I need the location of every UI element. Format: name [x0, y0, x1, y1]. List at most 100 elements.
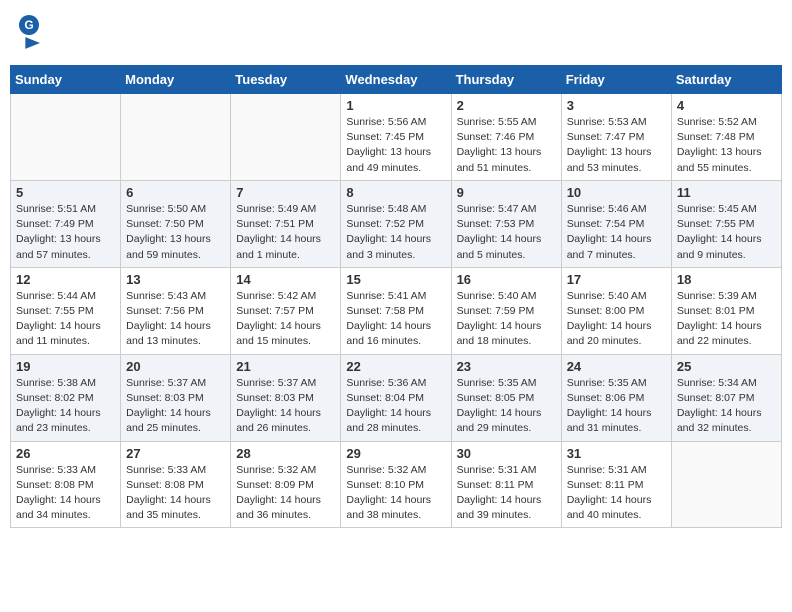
calendar-cell — [671, 441, 781, 528]
calendar-cell — [11, 94, 121, 181]
calendar-cell: 30 Sunrise: 5:31 AMSunset: 8:11 PMDayligh… — [451, 441, 561, 528]
day-number: 4 — [677, 98, 776, 113]
weekday-header-tuesday: Tuesday — [231, 66, 341, 94]
day-number: 22 — [346, 359, 445, 374]
day-info: Sunrise: 5:40 AMSunset: 7:59 PMDaylight:… — [457, 289, 556, 350]
day-info: Sunrise: 5:37 AMSunset: 8:03 PMDaylight:… — [126, 376, 225, 437]
calendar-week-4: 19Sunrise: 5:38 AMSunset: 8:02 PMDayligh… — [11, 354, 782, 441]
day-number: 1 — [346, 98, 445, 113]
day-number: 12 — [16, 272, 115, 287]
day-number: 30 — [457, 446, 556, 461]
weekday-header-saturday: Saturday — [671, 66, 781, 94]
day-number: 25 — [677, 359, 776, 374]
calendar-cell: 6 Sunrise: 5:50 AMSunset: 7:50 PMDaylight… — [121, 180, 231, 267]
day-info: Sunrise: 5:34 AMSunset: 8:07 PMDaylight:… — [677, 376, 776, 437]
day-info: Sunrise: 5:33 AMSunset: 8:08 PMDaylight:… — [126, 463, 225, 524]
day-info: Sunrise: 5:56 AMSunset: 7:45 PMDaylight:… — [346, 115, 445, 176]
day-info: Sunrise: 5:31 AMSunset: 8:11 PMDaylight:… — [567, 463, 666, 524]
day-number: 29 — [346, 446, 445, 461]
day-info: Sunrise: 5:32 AMSunset: 8:10 PMDaylight:… — [346, 463, 445, 524]
calendar-cell: 10 Sunrise: 5:46 AMSunset: 7:54 PMDayligh… — [561, 180, 671, 267]
day-number: 8 — [346, 185, 445, 200]
calendar-cell: 24 Sunrise: 5:35 AMSunset: 8:06 PMDayligh… — [561, 354, 671, 441]
day-number: 9 — [457, 185, 556, 200]
day-info: Sunrise: 5:51 AMSunset: 7:49 PMDaylight:… — [16, 202, 115, 263]
calendar-cell: 4 Sunrise: 5:52 AMSunset: 7:48 PMDaylight… — [671, 94, 781, 181]
calendar-cell: 17 Sunrise: 5:40 AMSunset: 8:00 PMDayligh… — [561, 267, 671, 354]
day-info: Sunrise: 5:49 AMSunset: 7:51 PMDaylight:… — [236, 202, 335, 263]
day-number: 18 — [677, 272, 776, 287]
calendar-cell: 12 Sunrise: 5:44 AMSunset: 7:55 PMDayligh… — [11, 267, 121, 354]
day-info: Sunrise: 5:43 AMSunset: 7:56 PMDaylight:… — [126, 289, 225, 350]
day-number: 5 — [16, 185, 115, 200]
day-info: Sunrise: 5:41 AMSunset: 7:58 PMDaylight:… — [346, 289, 445, 350]
calendar-cell — [231, 94, 341, 181]
day-info: Sunrise: 5:36 AMSunset: 8:04 PMDaylight:… — [346, 376, 445, 437]
day-number: 14 — [236, 272, 335, 287]
day-number: 13 — [126, 272, 225, 287]
calendar-cell: 19Sunrise: 5:38 AMSunset: 8:02 PMDayligh… — [11, 354, 121, 441]
day-info: Sunrise: 5:44 AMSunset: 7:55 PMDaylight:… — [16, 289, 115, 350]
calendar-cell: 20 Sunrise: 5:37 AMSunset: 8:03 PMDayligh… — [121, 354, 231, 441]
day-info: Sunrise: 5:50 AMSunset: 7:50 PMDaylight:… — [126, 202, 225, 263]
day-info: Sunrise: 5:31 AMSunset: 8:11 PMDaylight:… — [457, 463, 556, 524]
calendar-cell: 26Sunrise: 5:33 AMSunset: 8:08 PMDayligh… — [11, 441, 121, 528]
day-number: 11 — [677, 185, 776, 200]
day-number: 16 — [457, 272, 556, 287]
calendar-cell: 27Sunrise: 5:33 AMSunset: 8:08 PMDayligh… — [121, 441, 231, 528]
calendar-cell: 3 Sunrise: 5:53 AMSunset: 7:47 PMDaylight… — [561, 94, 671, 181]
calendar-cell: 23 Sunrise: 5:35 AMSunset: 8:05 PMDayligh… — [451, 354, 561, 441]
calendar-cell — [121, 94, 231, 181]
day-number: 24 — [567, 359, 666, 374]
calendar-week-5: 26Sunrise: 5:33 AMSunset: 8:08 PMDayligh… — [11, 441, 782, 528]
logo: G — [18, 14, 44, 55]
calendar-cell: 8 Sunrise: 5:48 AMSunset: 7:52 PMDaylight… — [341, 180, 451, 267]
svg-text:G: G — [24, 18, 33, 32]
day-number: 2 — [457, 98, 556, 113]
day-info: Sunrise: 5:42 AMSunset: 7:57 PMDaylight:… — [236, 289, 335, 350]
day-number: 21 — [236, 359, 335, 374]
weekday-header-row: SundayMondayTuesdayWednesdayThursdayFrid… — [11, 66, 782, 94]
calendar-cell: 16 Sunrise: 5:40 AMSunset: 7:59 PMDayligh… — [451, 267, 561, 354]
weekday-header-sunday: Sunday — [11, 66, 121, 94]
calendar-cell: 21 Sunrise: 5:37 AMSunset: 8:03 PMDayligh… — [231, 354, 341, 441]
day-number: 15 — [346, 272, 445, 287]
calendar-cell: 9 Sunrise: 5:47 AMSunset: 7:53 PMDaylight… — [451, 180, 561, 267]
day-info: Sunrise: 5:55 AMSunset: 7:46 PMDaylight:… — [457, 115, 556, 176]
day-number: 3 — [567, 98, 666, 113]
calendar-cell: 5 Sunrise: 5:51 AMSunset: 7:49 PMDaylight… — [11, 180, 121, 267]
calendar-table: SundayMondayTuesdayWednesdayThursdayFrid… — [10, 65, 782, 528]
day-number: 17 — [567, 272, 666, 287]
calendar-cell: 28 Sunrise: 5:32 AMSunset: 8:09 PMDayligh… — [231, 441, 341, 528]
page-header: G — [10, 10, 782, 59]
day-info: Sunrise: 5:46 AMSunset: 7:54 PMDaylight:… — [567, 202, 666, 263]
weekday-header-thursday: Thursday — [451, 66, 561, 94]
day-info: Sunrise: 5:52 AMSunset: 7:48 PMDaylight:… — [677, 115, 776, 176]
logo-general-text: G — [18, 14, 42, 36]
calendar-cell: 7 Sunrise: 5:49 AMSunset: 7:51 PMDaylight… — [231, 180, 341, 267]
day-info: Sunrise: 5:37 AMSunset: 8:03 PMDaylight:… — [236, 376, 335, 437]
day-info: Sunrise: 5:40 AMSunset: 8:00 PMDaylight:… — [567, 289, 666, 350]
day-number: 10 — [567, 185, 666, 200]
calendar-cell: 1 Sunrise: 5:56 AMSunset: 7:45 PMDaylight… — [341, 94, 451, 181]
day-info: Sunrise: 5:48 AMSunset: 7:52 PMDaylight:… — [346, 202, 445, 263]
calendar-cell: 29 Sunrise: 5:32 AMSunset: 8:10 PMDayligh… — [341, 441, 451, 528]
day-info: Sunrise: 5:38 AMSunset: 8:02 PMDaylight:… — [16, 376, 115, 437]
calendar-cell: 13 Sunrise: 5:43 AMSunset: 7:56 PMDayligh… — [121, 267, 231, 354]
day-info: Sunrise: 5:32 AMSunset: 8:09 PMDaylight:… — [236, 463, 335, 524]
day-info: Sunrise: 5:39 AMSunset: 8:01 PMDaylight:… — [677, 289, 776, 350]
day-info: Sunrise: 5:35 AMSunset: 8:06 PMDaylight:… — [567, 376, 666, 437]
day-number: 28 — [236, 446, 335, 461]
weekday-header-monday: Monday — [121, 66, 231, 94]
day-number: 23 — [457, 359, 556, 374]
day-number: 7 — [236, 185, 335, 200]
day-number: 6 — [126, 185, 225, 200]
day-info: Sunrise: 5:47 AMSunset: 7:53 PMDaylight:… — [457, 202, 556, 263]
calendar-cell: 22 Sunrise: 5:36 AMSunset: 8:04 PMDayligh… — [341, 354, 451, 441]
day-number: 20 — [126, 359, 225, 374]
day-info: Sunrise: 5:33 AMSunset: 8:08 PMDaylight:… — [16, 463, 115, 524]
day-info: Sunrise: 5:53 AMSunset: 7:47 PMDaylight:… — [567, 115, 666, 176]
calendar-cell: 15 Sunrise: 5:41 AMSunset: 7:58 PMDayligh… — [341, 267, 451, 354]
day-info: Sunrise: 5:35 AMSunset: 8:05 PMDaylight:… — [457, 376, 556, 437]
calendar-week-1: 1 Sunrise: 5:56 AMSunset: 7:45 PMDaylight… — [11, 94, 782, 181]
